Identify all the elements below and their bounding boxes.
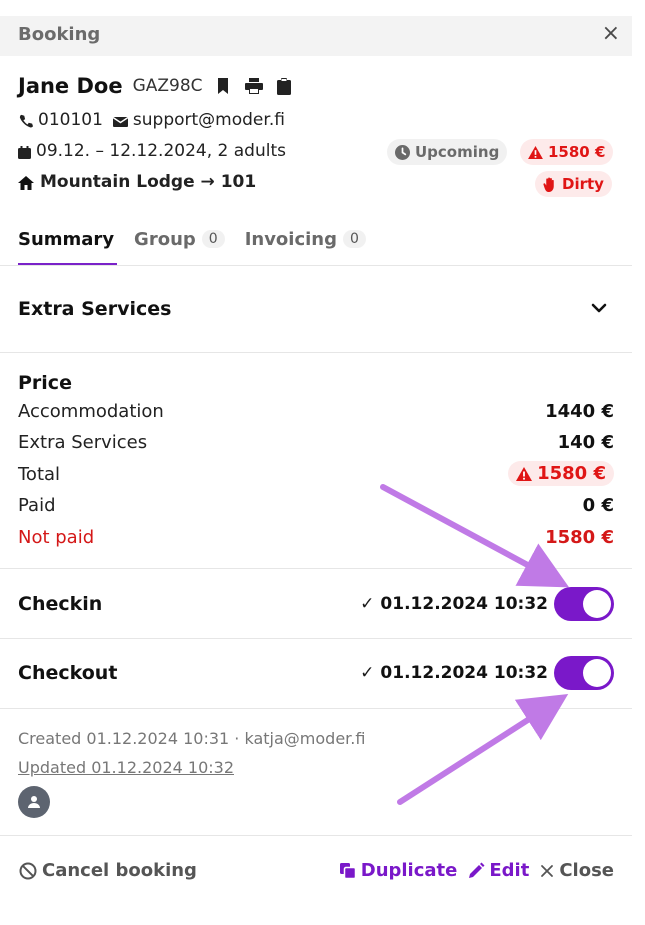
checkin-datetime: 01.12.2024 10:32	[380, 594, 548, 614]
pencil-icon	[469, 862, 485, 878]
guest-name: Jane Doe	[18, 74, 123, 98]
copy-icon	[339, 862, 356, 879]
avatar[interactable]	[18, 786, 50, 818]
home-icon	[18, 175, 36, 190]
edit-label: Edit	[489, 860, 530, 881]
calendar-icon	[18, 144, 32, 159]
dates-line: 09.12. – 12.12.2024, 2 adults	[18, 141, 286, 161]
divider	[0, 638, 632, 639]
status-badge: Upcoming	[387, 139, 508, 165]
toggle-knob	[583, 659, 611, 687]
check-icon: ✓	[360, 594, 375, 614]
extra-services-toggle[interactable]: Extra Services	[18, 298, 171, 320]
divider	[0, 568, 632, 569]
checkout-label: Checkout	[18, 662, 118, 684]
price-row-not-paid: Not paid 1580 €	[18, 527, 614, 548]
phone-icon	[18, 113, 34, 128]
clock-icon	[395, 144, 410, 160]
tab-invoicing-count: 0	[343, 230, 366, 248]
price-title: Price	[18, 372, 72, 394]
header-title: Booking	[18, 24, 101, 45]
divider	[0, 835, 632, 836]
checkout-row: Checkout ✓ 01.12.2024 10:32	[18, 656, 614, 690]
price-value: 1580 €	[545, 527, 614, 548]
room-assignment[interactable]: Mountain Lodge → 101	[40, 172, 256, 192]
price-value: 1440 €	[545, 401, 614, 422]
email-address[interactable]: support@moder.fi	[133, 110, 285, 130]
tab-summary[interactable]: Summary	[18, 222, 114, 256]
divider	[0, 708, 632, 709]
checkin-label: Checkin	[18, 593, 103, 615]
price-row-total: Total 1580 €	[18, 461, 614, 486]
guest-row: Jane Doe GAZ98C	[18, 74, 291, 98]
tab-bar: Summary Group 0 Invoicing 0	[18, 222, 386, 256]
clipboard-icon[interactable]	[276, 78, 291, 95]
tab-invoicing[interactable]: Invoicing 0	[245, 222, 366, 256]
housekeeping-badge: Dirty	[535, 171, 612, 197]
tab-group-label: Group	[134, 228, 196, 250]
edit-button[interactable]: Edit	[467, 860, 529, 881]
tab-summary-label: Summary	[18, 228, 115, 250]
duplicate-label: Duplicate	[360, 860, 458, 881]
price-value: 1580 €	[537, 463, 606, 484]
divider	[0, 352, 632, 353]
footer-actions: Cancel booking Duplicate Edit Close	[18, 860, 614, 881]
booking-code: GAZ98C	[132, 76, 203, 96]
cancel-booking-label: Cancel booking	[42, 860, 197, 881]
amount-badge-label: 1580 €	[548, 143, 606, 161]
stay-dates: 09.12. – 12.12.2024, 2 adults	[36, 141, 286, 161]
checkout-datetime: 01.12.2024 10:32	[380, 663, 548, 683]
created-info: Created 01.12.2024 10:31 · katja@moder.f…	[18, 729, 366, 748]
phone-number[interactable]: 010101	[38, 110, 103, 130]
user-icon	[28, 796, 40, 808]
price-row-extra-services: Extra Services 140 €	[18, 432, 614, 453]
toggle-knob	[583, 590, 611, 618]
price-row-accommodation: Accommodation 1440 €	[18, 401, 614, 422]
mail-icon	[112, 113, 129, 127]
housekeeping-badge-label: Dirty	[562, 175, 604, 193]
tab-group[interactable]: Group 0	[134, 222, 225, 256]
price-label: Paid	[18, 495, 56, 516]
room-line: Mountain Lodge → 101	[18, 172, 256, 192]
annotation-arrow-checkout	[397, 694, 569, 805]
warning-icon	[516, 466, 533, 481]
hand-icon	[543, 176, 554, 192]
booking-header: Booking ×	[0, 16, 632, 56]
duplicate-button[interactable]: Duplicate	[339, 860, 458, 881]
ban-icon	[19, 862, 37, 879]
chevron-down-icon[interactable]	[590, 301, 608, 315]
close-button[interactable]: Close	[539, 860, 614, 881]
close-label: Close	[559, 860, 614, 881]
warning-icon	[528, 145, 543, 159]
check-icon: ✓	[360, 663, 375, 683]
checkin-row: Checkin ✓ 01.12.2024 10:32	[18, 587, 614, 621]
tab-group-count: 0	[201, 230, 225, 248]
amount-badge: 1580 €	[520, 139, 614, 165]
price-row-paid: Paid 0 €	[18, 495, 614, 516]
total-warning-badge: 1580 €	[508, 461, 614, 486]
divider	[0, 265, 632, 266]
price-label: Not paid	[18, 527, 95, 548]
price-label: Total	[18, 464, 61, 485]
print-icon[interactable]	[244, 78, 263, 94]
checkin-toggle[interactable]	[554, 587, 614, 621]
tab-invoicing-label: Invoicing	[244, 228, 338, 250]
status-badge-label: Upcoming	[415, 143, 500, 161]
price-value: 140 €	[557, 432, 614, 453]
bookmark-icon[interactable]	[217, 78, 231, 94]
cancel-booking-button[interactable]: Cancel booking	[18, 860, 197, 881]
price-value: 0 €	[582, 495, 614, 516]
checkout-toggle[interactable]	[554, 656, 614, 690]
close-icon	[541, 864, 554, 877]
price-label: Accommodation	[18, 401, 164, 422]
contact-line: 010101 support@moder.fi	[18, 110, 285, 130]
price-label: Extra Services	[18, 432, 148, 453]
updated-info-link[interactable]: Updated 01.12.2024 10:32	[18, 758, 234, 777]
close-icon[interactable]: ×	[602, 21, 620, 46]
